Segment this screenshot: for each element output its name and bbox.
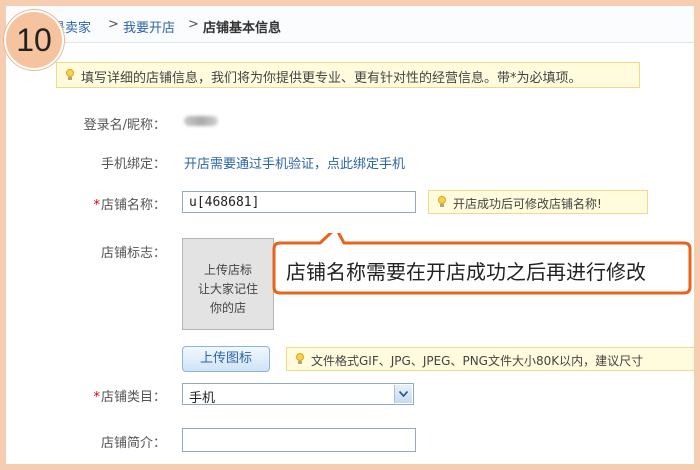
login-name-value-blurred	[184, 116, 218, 126]
bind-phone-link[interactable]: 开店需要通过手机验证，点此绑定手机	[184, 153, 405, 172]
store-name-input[interactable]: u[468681]	[182, 191, 416, 213]
step-number-badge: 10	[4, 10, 64, 70]
breadcrumb-separator: >	[188, 17, 199, 32]
store-category-select[interactable]: 手机	[182, 383, 414, 406]
upload-logo-button[interactable]: 上传图标	[182, 346, 270, 372]
store-logo-label: 店铺标志：	[100, 246, 166, 261]
breadcrumb: 是卖家 > 我要开店 > 店铺基本信息	[6, 6, 694, 43]
required-fields-notice: 填写详细的店铺信息，我们将为你提供更专业、更有针对性的经营信息。带*为必填项。	[56, 62, 640, 88]
store-name-label: *店铺名称：	[66, 194, 166, 213]
breadcrumb-separator: >	[108, 17, 119, 32]
store-intro-input[interactable]	[182, 428, 416, 452]
store-name-input-value: u[468681]	[189, 195, 260, 210]
logo-placeholder-line: 你的店	[209, 301, 246, 315]
login-name-label: 登录名/昵称：	[83, 118, 166, 133]
breadcrumb-open-store-link[interactable]: 我要开店	[123, 17, 175, 36]
lightbulb-icon	[295, 353, 305, 365]
notice-text: 填写详细的店铺信息，我们将为你提供更专业、更有针对性的经营信息。带*为必填项。	[81, 71, 582, 86]
store-name-hint-text: 开店成功后可修改店铺名称!	[453, 197, 602, 211]
store-category-selected-value: 手机	[189, 391, 216, 406]
upload-hint-text: 文件格式GIF、JPG、JPEG、PNG文件大小80K以内，建议尺寸	[311, 354, 644, 368]
lightbulb-icon	[437, 196, 447, 208]
upload-hint: 文件格式GIF、JPG、JPEG、PNG文件大小80K以内，建议尺寸	[286, 347, 694, 371]
store-category-label: *店铺类目：	[66, 386, 166, 405]
store-category-label-text: 店铺类目：	[100, 390, 166, 405]
annotation-callout: 店铺名称需要在开店成功之后再进行修改	[272, 233, 692, 295]
lightbulb-icon	[65, 69, 75, 81]
required-mark: *	[93, 198, 100, 213]
dropdown-arrow-icon[interactable]	[394, 385, 412, 403]
logo-placeholder-line: 上传店标	[203, 263, 252, 277]
required-mark: *	[93, 390, 100, 405]
store-intro-label: 店铺简介：	[100, 436, 166, 451]
store-name-hint: 开店成功后可修改店铺名称!	[428, 190, 648, 214]
logo-placeholder-text: 上传店标 让大家记住 你的店	[183, 261, 273, 318]
callout-text: 店铺名称需要在开店成功之后再进行修改	[286, 260, 646, 284]
logo-placeholder-line: 让大家记住	[197, 282, 258, 296]
phone-binding-label: 手机绑定：	[100, 157, 166, 172]
store-logo-placeholder[interactable]: 上传店标 让大家记住 你的店	[182, 238, 274, 330]
store-name-label-text: 店铺名称：	[100, 198, 166, 213]
breadcrumb-current: 店铺基本信息	[203, 21, 282, 36]
